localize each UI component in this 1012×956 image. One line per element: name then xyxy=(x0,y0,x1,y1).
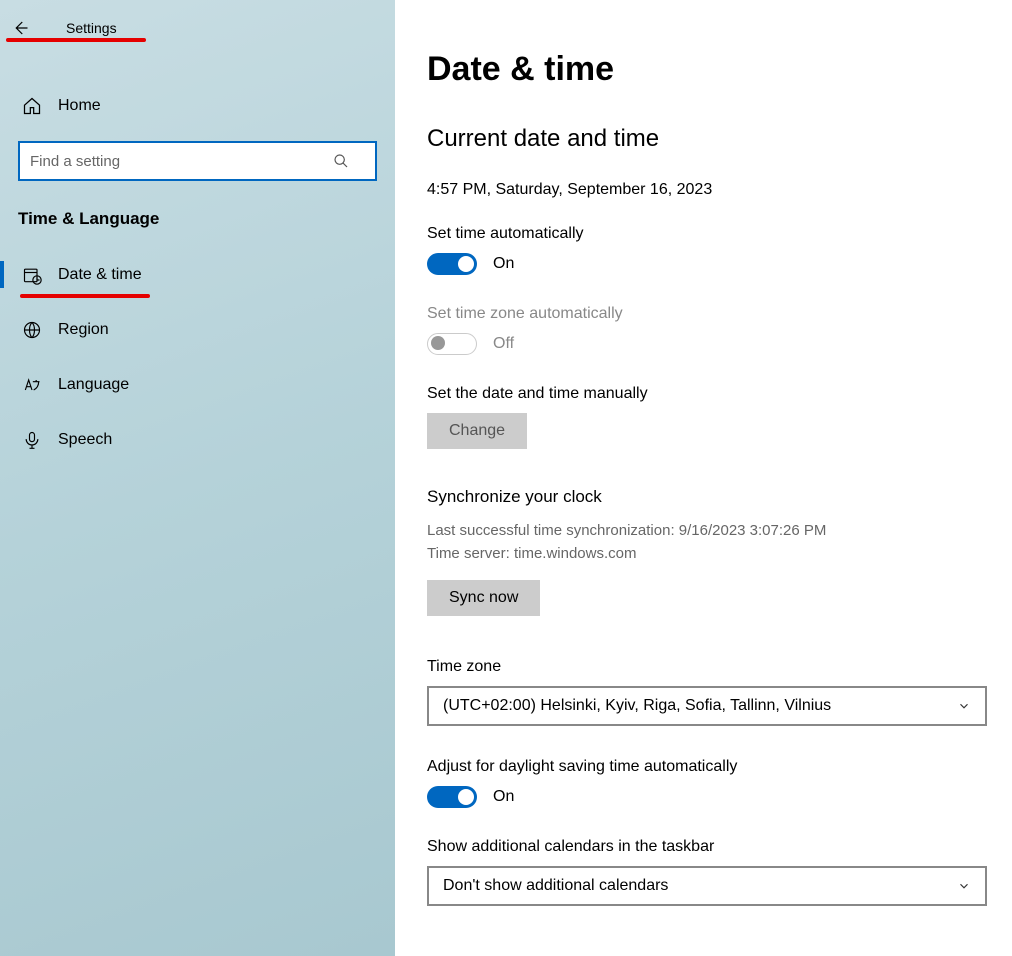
calendars-label: Show additional calendars in the taskbar xyxy=(427,838,988,856)
auto-tz-state: Off xyxy=(493,335,514,353)
auto-time-group: Set time automatically On xyxy=(427,225,988,275)
calendars-group: Show additional calendars in the taskbar… xyxy=(427,838,988,906)
auto-time-label: Set time automatically xyxy=(427,225,988,243)
nav-speech[interactable]: Speech xyxy=(0,412,395,467)
auto-tz-group: Set time zone automatically Off xyxy=(427,305,988,355)
search-icon xyxy=(333,153,349,169)
nav-region[interactable]: Region xyxy=(0,302,395,357)
chevron-down-icon xyxy=(957,879,971,893)
home-icon xyxy=(20,96,44,116)
annotation-underline xyxy=(6,38,146,42)
timezone-value: (UTC+02:00) Helsinki, Kyiv, Riga, Sofia,… xyxy=(443,697,831,715)
sync-server: Time server: time.windows.com xyxy=(427,542,988,565)
nav-region-label: Region xyxy=(58,321,109,339)
sync-now-button[interactable]: Sync now xyxy=(427,580,540,616)
dst-toggle[interactable] xyxy=(427,786,477,808)
nav-date-time-label: Date & time xyxy=(58,266,142,284)
globe-icon xyxy=(20,320,44,340)
dst-state: On xyxy=(493,788,514,806)
topbar-title: Settings xyxy=(66,20,117,36)
sidebar: Settings Home Time & Language Date & tim… xyxy=(0,0,395,956)
calendars-value: Don't show additional calendars xyxy=(443,877,668,895)
annotation-underline xyxy=(20,294,150,298)
back-button[interactable] xyxy=(0,8,40,48)
sync-group: Synchronize your clock Last successful t… xyxy=(427,487,988,616)
page-title: Date & time xyxy=(427,50,988,89)
arrow-left-icon xyxy=(11,19,29,37)
change-button[interactable]: Change xyxy=(427,413,527,449)
calendar-clock-icon xyxy=(20,265,44,285)
nav-home[interactable]: Home xyxy=(0,78,395,133)
manual-group: Set the date and time manually Change xyxy=(427,385,988,449)
timezone-dropdown[interactable]: (UTC+02:00) Helsinki, Kyiv, Riga, Sofia,… xyxy=(427,686,987,726)
calendars-dropdown[interactable]: Don't show additional calendars xyxy=(427,866,987,906)
nav-home-label: Home xyxy=(58,97,101,115)
sidebar-section-header: Time & Language xyxy=(0,209,395,247)
current-time-value: 4:57 PM, Saturday, September 16, 2023 xyxy=(427,181,988,199)
nav-date-time[interactable]: Date & time xyxy=(0,247,395,302)
nav-language-label: Language xyxy=(58,376,129,394)
microphone-icon xyxy=(20,430,44,450)
auto-time-toggle[interactable] xyxy=(427,253,477,275)
search-input[interactable] xyxy=(18,141,377,181)
nav-speech-label: Speech xyxy=(58,431,112,449)
main-panel: Date & time Current date and time 4:57 P… xyxy=(395,0,1012,956)
sync-last: Last successful time synchronization: 9/… xyxy=(427,519,988,542)
timezone-label: Time zone xyxy=(427,658,988,676)
timezone-group: Time zone (UTC+02:00) Helsinki, Kyiv, Ri… xyxy=(427,658,988,726)
language-icon xyxy=(20,375,44,395)
auto-tz-toggle xyxy=(427,333,477,355)
dst-group: Adjust for daylight saving time automati… xyxy=(427,758,988,808)
auto-tz-label: Set time zone automatically xyxy=(427,305,988,323)
dst-label: Adjust for daylight saving time automati… xyxy=(427,758,988,776)
topbar: Settings xyxy=(0,8,395,48)
auto-time-state: On xyxy=(493,255,514,273)
nav-language[interactable]: Language xyxy=(0,357,395,412)
sync-heading: Synchronize your clock xyxy=(427,487,988,507)
current-time-heading: Current date and time xyxy=(427,125,988,153)
search-wrap xyxy=(18,141,377,181)
manual-label: Set the date and time manually xyxy=(427,385,988,403)
chevron-down-icon xyxy=(957,699,971,713)
